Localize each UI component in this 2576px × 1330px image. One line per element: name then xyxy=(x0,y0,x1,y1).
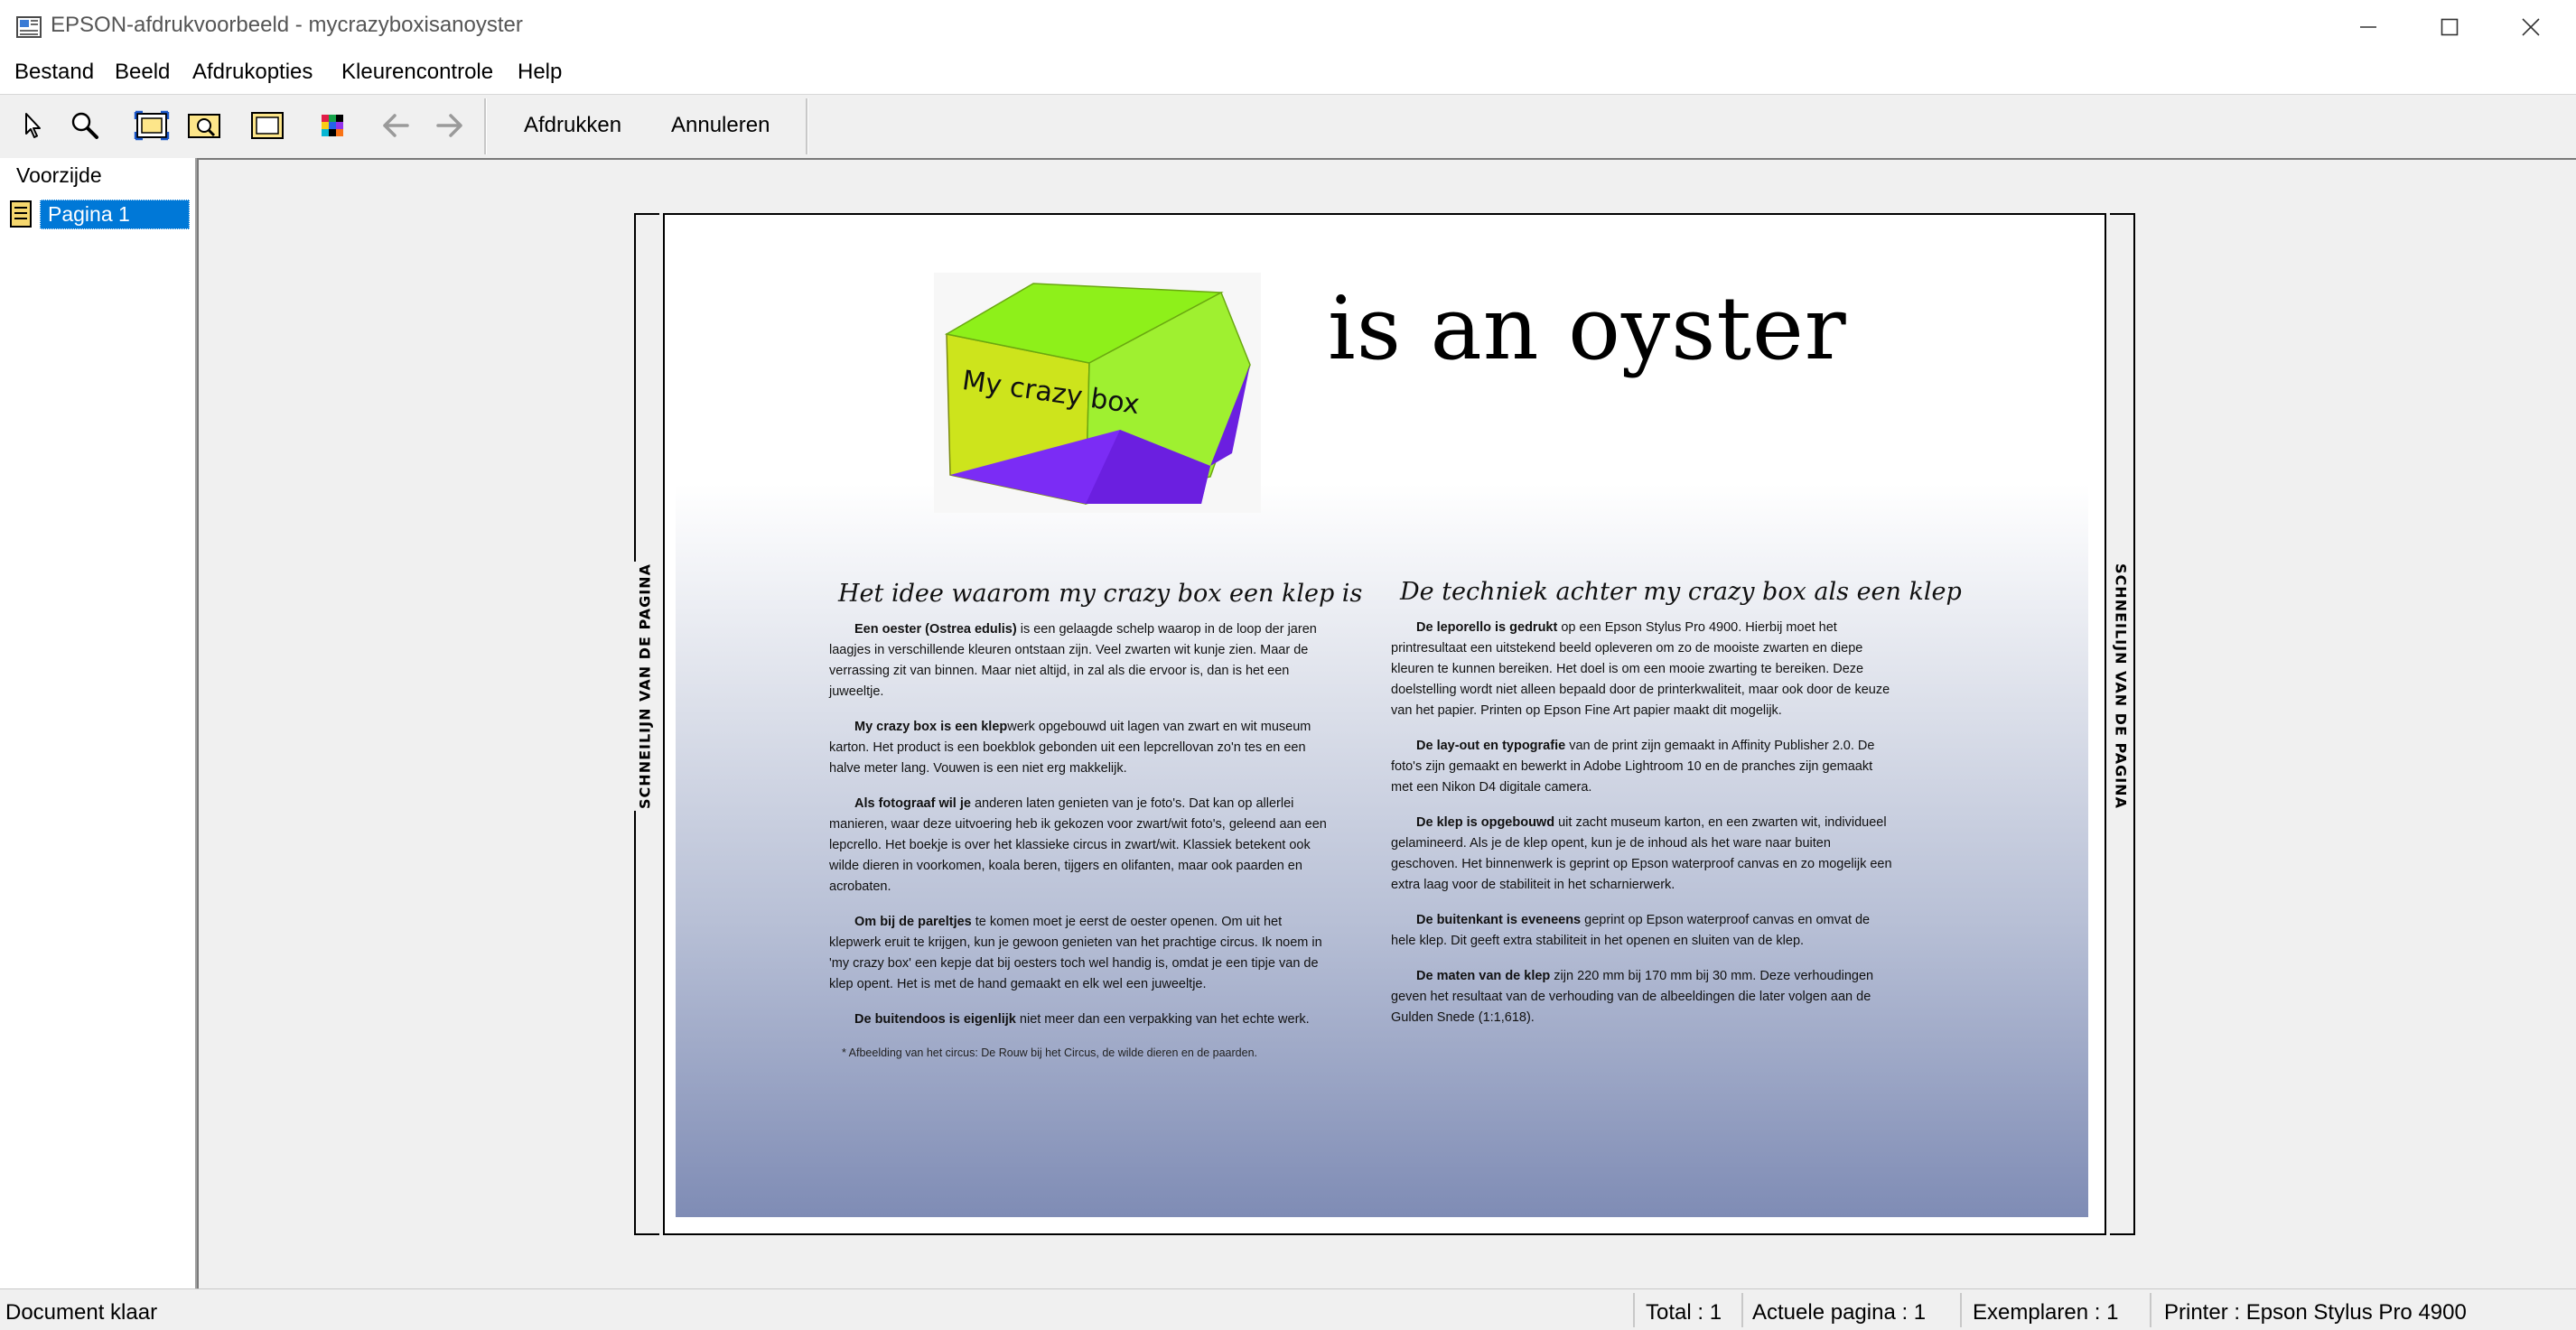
paragraph: De maten van de klep zijn 220 mm bij 170… xyxy=(1391,966,1897,1028)
paragraph-lead: My crazy box is een klep xyxy=(854,720,1008,734)
previous-page-button[interactable] xyxy=(374,104,417,147)
printed-page-content: My crazy box is an oyster Het idee waaro… xyxy=(676,226,2088,1217)
right-text-column: De techniek achter my crazy box als een … xyxy=(1391,576,1962,1043)
zoom-page-button[interactable] xyxy=(182,104,226,147)
page-frame-icon xyxy=(251,112,284,139)
paragraph: My crazy box is een klepwerk opgebouwd u… xyxy=(829,717,1335,779)
toolbar-separator xyxy=(484,98,487,154)
menu-afdrukopties[interactable]: Afdrukopties xyxy=(192,60,313,85)
fit-page-button[interactable] xyxy=(130,104,173,147)
status-total: Total : 1 xyxy=(1646,1300,1722,1325)
status-separator xyxy=(1633,1293,1635,1327)
tree-item-pagina-1[interactable]: Pagina 1 xyxy=(7,198,190,230)
select-tool-button[interactable] xyxy=(11,104,54,147)
cancel-button[interactable]: Annuleren xyxy=(671,113,770,138)
color-grid-icon xyxy=(322,115,343,136)
status-separator xyxy=(1960,1293,1962,1327)
magnifier-icon xyxy=(71,112,98,139)
paragraph-text: anderen laten genieten van je foto's. Da… xyxy=(829,796,1327,894)
status-separator xyxy=(2150,1293,2151,1327)
paragraph-text: op een Epson Stylus Pro 4900. Hierbij mo… xyxy=(1391,620,1890,718)
paragraph: Om bij de pareltjes te komen moet je eer… xyxy=(829,912,1335,995)
paragraph: Een oester (Ostrea edulis) is een gelaag… xyxy=(829,619,1335,702)
page-headline: is an oyster xyxy=(1328,278,1847,379)
status-current-page: Actuele pagina : 1 xyxy=(1752,1300,1927,1325)
paragraph-lead: Als fotograaf wil je xyxy=(854,796,971,811)
tree-heading-voorzijde: Voorzijde xyxy=(16,163,102,187)
color-check-button[interactable] xyxy=(311,104,354,147)
maximize-icon xyxy=(2441,18,2459,36)
fit-page-icon xyxy=(134,110,170,141)
paragraph-lead: Een oester (Ostrea edulis) xyxy=(854,622,1017,637)
paragraph-lead: De maten van de klep xyxy=(1416,969,1551,983)
paragraph-lead: De buitendoos is eigenlijk xyxy=(854,1012,1016,1027)
minimize-icon xyxy=(2360,26,2376,28)
menu-bestand[interactable]: Bestand xyxy=(14,60,94,85)
paragraph-text: niet meer dan een verpakking van het ech… xyxy=(1015,1012,1310,1027)
paragraph: De buitenkant is eveneens geprint op Eps… xyxy=(1391,910,1897,952)
arrow-left-icon xyxy=(383,114,409,137)
left-text-column: Het idee waarom my crazy box een klep is… xyxy=(829,578,1363,1062)
next-page-button[interactable] xyxy=(428,104,471,147)
paragraph-lead: Om bij de pareltjes xyxy=(854,915,972,929)
arrow-right-icon xyxy=(436,114,462,137)
paragraph-lead: De buitenkant is eveneens xyxy=(1416,913,1582,927)
paragraph: De buitendoos is eigenlijk niet meer dan… xyxy=(829,1009,1335,1030)
full-page-button[interactable] xyxy=(246,104,289,147)
left-column-heading: Het idee waarom my crazy box een klep is xyxy=(838,580,1363,608)
status-printer: Printer : Epson Stylus Pro 4900 xyxy=(2164,1300,2467,1325)
maximize-button[interactable] xyxy=(2408,0,2491,54)
footnote: * Afbeelding van het circus: De Rouw bij… xyxy=(842,1046,1257,1059)
close-icon xyxy=(2522,18,2540,36)
menu-beeld[interactable]: Beeld xyxy=(115,60,170,85)
right-column-heading: De techniek achter my crazy box als een … xyxy=(1400,578,1962,606)
window-title: EPSON-afdrukvoorbeeld - mycrazyboxisanoy… xyxy=(51,13,523,37)
right-cut-line-label: SCHNEILIJN VAN DE PAGINA xyxy=(2108,562,2133,811)
status-separator xyxy=(1741,1293,1743,1327)
crazy-box-logo: My crazy box xyxy=(934,273,1261,513)
zoom-page-icon xyxy=(188,114,220,138)
zoom-tool-button[interactable] xyxy=(63,104,107,147)
status-copies: Exemplaren : 1 xyxy=(1973,1300,2119,1325)
pointer-arrow-icon xyxy=(25,113,41,138)
paragraph: De leporello is gedrukt op een Epson Sty… xyxy=(1391,618,1897,721)
minimize-button[interactable] xyxy=(2327,0,2410,54)
toolbar: Afdrukken Annuleren xyxy=(0,94,2576,159)
page-tree-pane: Voorzijde Pagina 1 xyxy=(0,158,197,1288)
status-bar: Document klaar Total : 1 Actuele pagina … xyxy=(0,1288,2576,1330)
paragraph: De lay-out en typografie van de print zi… xyxy=(1391,736,1897,798)
paragraph-lead: De lay-out en typografie xyxy=(1416,739,1566,753)
title-bar: EPSON-afdrukvoorbeeld - mycrazyboxisanoy… xyxy=(0,0,2576,54)
toolbar-separator xyxy=(806,98,808,154)
status-message: Document klaar xyxy=(5,1300,158,1325)
close-button[interactable] xyxy=(2489,0,2572,54)
paragraph-lead: De leporello is gedrukt xyxy=(1416,620,1558,635)
page-document-icon xyxy=(10,200,32,228)
print-button[interactable]: Afdrukken xyxy=(524,113,621,138)
paragraph: De klep is opgebouwd uit zacht museum ka… xyxy=(1391,813,1897,896)
epson-preview-app-icon xyxy=(16,16,42,38)
tree-item-label: Pagina 1 xyxy=(40,199,190,229)
paragraph-lead: De klep is opgebouwd xyxy=(1416,815,1555,830)
left-cut-line-label: SCHNEILIJN VAN DE PAGINA xyxy=(632,562,658,811)
menu-bar: Bestand Beeld Afdrukopties Kleurencontro… xyxy=(0,54,2576,94)
paragraph: Als fotograaf wil je anderen laten genie… xyxy=(829,794,1335,898)
menu-kleurencontrole[interactable]: Kleurencontrole xyxy=(341,60,493,85)
menu-help[interactable]: Help xyxy=(518,60,562,85)
